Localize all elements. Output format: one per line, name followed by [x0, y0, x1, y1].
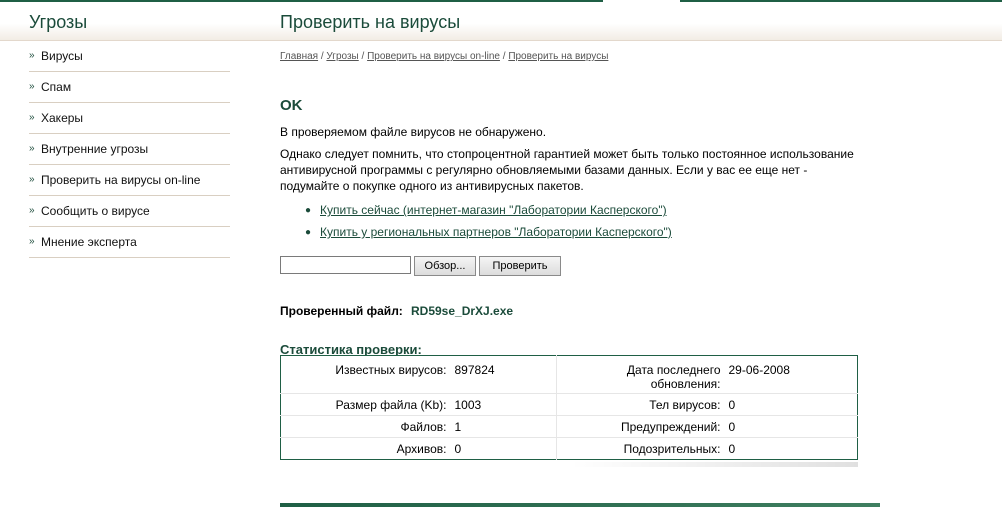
stat-value: 0	[722, 393, 858, 416]
stats-table: Известных вирусов: 897824 Дата последнег…	[280, 355, 858, 460]
stat-label: Известных вирусов:	[335, 363, 447, 377]
sidebar-item-label: Сообщить о вирусе	[41, 204, 150, 218]
sidebar-item-online-scan[interactable]: » Проверить на вирусы on-line	[29, 165, 230, 196]
stat-label: Файлов:	[280, 415, 449, 438]
sidebar-item-label: Проверить на вирусы on-line	[41, 173, 201, 187]
stat-value: 0	[722, 415, 858, 438]
result-note: Однако следует помнить, что стопроцентно…	[280, 147, 854, 193]
result-message: В проверяемом файле вирусов не обнаружен…	[280, 125, 547, 139]
page-title: Проверить на вирусы	[280, 12, 461, 32]
purchase-links: ● Купить сейчас (интернет-магазин "Лабор…	[305, 199, 672, 243]
sidebar: » Вирусы » Спам » Хакеры » Внутренние уг…	[29, 41, 230, 258]
footer-accent-bar	[280, 503, 880, 507]
chevron-right-icon: »	[29, 50, 35, 61]
table-shadow	[570, 462, 858, 467]
chevron-right-icon: »	[29, 236, 35, 247]
header: Угрозы Проверить на вирусы	[0, 2, 1002, 41]
checked-file-label: Проверенный файл:	[280, 304, 403, 318]
sidebar-item-report-virus[interactable]: » Сообщить о вирусе	[29, 196, 230, 227]
stat-label: Тел вирусов:	[556, 393, 723, 416]
sidebar-item-internal-threats[interactable]: » Внутренние угрозы	[29, 134, 230, 165]
stat-label: Размер файла (Kb):	[280, 393, 449, 416]
bullet-icon: ●	[305, 204, 312, 216]
sidebar-item-spam[interactable]: » Спам	[29, 72, 230, 103]
breadcrumb-link-threats[interactable]: Угрозы	[326, 51, 358, 62]
browse-button[interactable]: Обзор...	[414, 256, 476, 276]
sidebar-item-label: Мнение эксперта	[41, 235, 137, 249]
table-row: Известных вирусов: 897824 Дата последнег…	[281, 355, 858, 394]
sidebar-title: Угрозы	[29, 12, 88, 32]
buy-partners-link[interactable]: Купить у региональных партнеров "Лаборат…	[320, 225, 672, 239]
stat-label: Дата последнего обновления:	[626, 363, 721, 391]
table-row: Файлов: 1 Предупреждений: 0	[280, 415, 858, 438]
sidebar-item-label: Хакеры	[41, 111, 84, 125]
sidebar-item-hackers[interactable]: » Хакеры	[29, 103, 230, 134]
stat-label: Архивов:	[280, 437, 449, 460]
sidebar-item-viruses[interactable]: » Вирусы	[29, 41, 230, 72]
breadcrumb: Главная / Угрозы / Проверить на вирусы o…	[280, 51, 608, 62]
breadcrumb-link-current[interactable]: Проверить на вирусы	[508, 51, 608, 62]
bullet-icon: ●	[305, 226, 312, 238]
chevron-right-icon: »	[29, 112, 35, 123]
sidebar-item-label: Спам	[41, 80, 72, 94]
sidebar-item-expert-opinion[interactable]: » Мнение эксперта	[29, 227, 230, 258]
chevron-right-icon: »	[29, 205, 35, 216]
sidebar-item-label: Вирусы	[41, 49, 83, 63]
file-path-input[interactable]	[280, 256, 411, 274]
check-button[interactable]: Проверить	[479, 256, 561, 276]
breadcrumb-separator: /	[502, 51, 506, 62]
chevron-right-icon: »	[29, 143, 35, 154]
stat-value: 1003	[448, 393, 557, 416]
chevron-right-icon: »	[29, 81, 35, 92]
table-row: Архивов: 0 Подозрительных: 0	[280, 437, 858, 460]
breadcrumb-link-home[interactable]: Главная	[280, 51, 318, 62]
checked-file-name: RD59se_DrXJ.exe	[411, 304, 514, 318]
chevron-right-icon: »	[29, 174, 35, 185]
stat-value: 29-06-2008	[728, 363, 790, 377]
stat-value: 0	[722, 437, 858, 460]
table-row: Размер файла (Kb): 1003 Тел вирусов: 0	[280, 393, 858, 416]
stat-label: Подозрительных:	[556, 437, 723, 460]
breadcrumb-link-online-scan[interactable]: Проверить на вирусы on-line	[367, 51, 500, 62]
stat-value: 1	[448, 415, 557, 438]
list-item: ● Купить у региональных партнеров "Лабор…	[305, 221, 672, 243]
buy-now-link[interactable]: Купить сейчас (интернет-магазин "Лаборат…	[320, 203, 667, 217]
stat-label: Предупреждений:	[556, 415, 723, 438]
result-status: OK	[280, 97, 303, 114]
stat-value: 0	[448, 437, 557, 460]
stat-value: 897824	[448, 355, 557, 394]
breadcrumb-separator: /	[320, 51, 324, 62]
sidebar-item-label: Внутренние угрозы	[41, 142, 149, 156]
breadcrumb-separator: /	[361, 51, 365, 62]
list-item: ● Купить сейчас (интернет-магазин "Лабор…	[305, 199, 672, 221]
